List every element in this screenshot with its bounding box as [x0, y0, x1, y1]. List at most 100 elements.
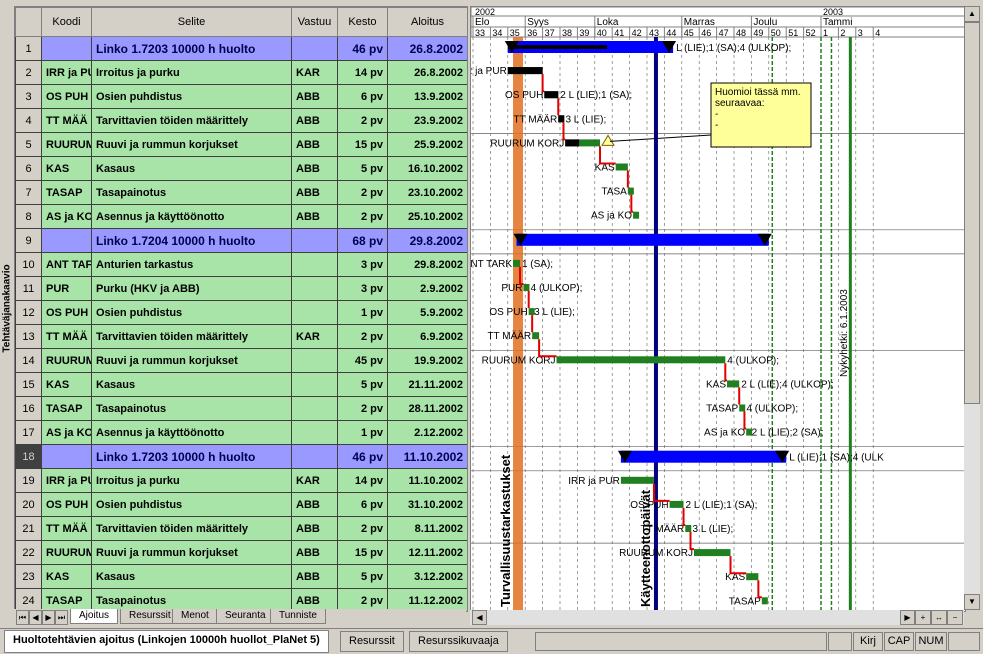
responsible-cell[interactable] — [291, 420, 338, 445]
description-cell[interactable]: Osien puhdistus — [91, 492, 292, 517]
responsible-cell[interactable]: ABB — [291, 108, 338, 133]
code-cell[interactable]: IRR ja PU — [41, 60, 92, 85]
description-cell[interactable]: Osien puhdistus — [91, 84, 292, 109]
start-date-cell[interactable]: 3.12.2002 — [387, 564, 467, 589]
start-date-cell[interactable]: 6.9.2002 — [387, 324, 467, 349]
column-header-0[interactable]: Koodi — [41, 7, 92, 37]
code-cell[interactable]: TT MÄÄ — [41, 324, 92, 349]
start-date-cell[interactable]: 19.9.2002 — [387, 348, 467, 373]
row-number[interactable]: 20 — [15, 492, 42, 517]
first-tab-icon[interactable]: ⏮ — [16, 610, 29, 625]
description-cell[interactable]: Tarvittavien töiden määrittely — [91, 324, 292, 349]
vertical-scrollbar[interactable]: ▲ ▼ — [964, 6, 980, 610]
row-number[interactable]: 7 — [15, 180, 42, 205]
code-cell[interactable] — [41, 228, 92, 253]
responsible-cell[interactable]: ABB — [291, 180, 338, 205]
row-number[interactable]: 16 — [15, 396, 42, 421]
duration-cell[interactable]: 1 pv — [337, 420, 388, 445]
description-cell[interactable]: Irroitus ja purku — [91, 60, 292, 85]
code-cell[interactable]: AS ja KO — [41, 204, 92, 229]
row-number[interactable]: 8 — [15, 204, 42, 229]
task-row[interactable]: 17 AS ja KO Asennus ja käyttöönotto 1 pv 2.1… — [15, 420, 467, 445]
responsible-cell[interactable]: ABB — [291, 132, 338, 157]
task-row[interactable]: 14 RUURUM Ruuvi ja rummun korjukset 45 pv 19… — [15, 348, 467, 373]
start-date-cell[interactable]: 28.11.2002 — [387, 396, 467, 421]
row-number[interactable]: 23 — [15, 564, 42, 589]
task-row[interactable]: 16 TASAP Tasapainotus 2 pv 28.11.2002 — [15, 396, 467, 421]
responsible-cell[interactable]: ABB — [291, 156, 338, 181]
row-number[interactable]: 3 — [15, 84, 42, 109]
start-date-cell[interactable]: 26.8.2002 — [387, 36, 467, 61]
duration-cell[interactable]: 2 pv — [337, 180, 388, 205]
column-header-2[interactable]: Vastuu — [291, 7, 338, 37]
code-cell[interactable]: KAS — [41, 564, 92, 589]
view-tab-ajoitus[interactable]: Ajoitus — [70, 609, 119, 624]
duration-cell[interactable]: 2 pv — [337, 204, 388, 229]
task-row[interactable]: 2 IRR ja PU Irroitus ja purku KAR 14 pv 26.8.… — [15, 60, 467, 85]
description-cell[interactable]: Kasaus — [91, 564, 292, 589]
corner-cell[interactable] — [15, 7, 42, 37]
duration-cell[interactable]: 14 pv — [337, 60, 388, 85]
responsible-cell[interactable] — [291, 348, 338, 373]
task-row[interactable]: 5 RUURUM Ruuvi ja rummun korjukset ABB 15 pv… — [15, 132, 467, 157]
responsible-cell[interactable] — [291, 444, 338, 469]
start-date-cell[interactable]: 13.9.2002 — [387, 84, 467, 109]
zoom-fit-icon[interactable]: ↔ — [931, 610, 947, 625]
row-number[interactable]: 2 — [15, 60, 42, 85]
start-date-cell[interactable]: 2.12.2002 — [387, 420, 467, 445]
column-header-3[interactable]: Kesto — [337, 7, 388, 37]
sheet-tab-schedule[interactable]: Huoltotehtävien ajoitus (Linkojen 10000h… — [4, 630, 329, 653]
task-row[interactable]: 13 TT MÄÄ Tarvittavien töiden määrittely KA… — [15, 324, 467, 349]
description-cell[interactable]: Linko 1.7203 10000 h huolto — [91, 444, 292, 469]
row-number[interactable]: 13 — [15, 324, 42, 349]
code-cell[interactable]: TT MÄÄ — [41, 108, 92, 133]
task-row[interactable]: 10 ANT TAF Anturien tarkastus 3 pv 29.8.2002 — [15, 252, 467, 277]
row-number[interactable]: 22 — [15, 540, 42, 565]
description-cell[interactable]: Irroitus ja purku — [91, 468, 292, 493]
code-cell[interactable]: AS ja KO — [41, 420, 92, 445]
responsible-cell[interactable]: KAR — [291, 468, 338, 493]
duration-cell[interactable]: 15 pv — [337, 132, 388, 157]
duration-cell[interactable]: 46 pv — [337, 444, 388, 469]
start-date-cell[interactable]: 23.9.2002 — [387, 108, 467, 133]
description-cell[interactable]: Linko 1.7204 10000 h huolto — [91, 228, 292, 253]
scroll-left-icon[interactable]: ◀ — [472, 610, 487, 625]
code-cell[interactable]: RUURUM — [41, 348, 92, 373]
start-date-cell[interactable]: 31.10.2002 — [387, 492, 467, 517]
description-cell[interactable]: Ruuvi ja rummun korjukset — [91, 348, 292, 373]
code-cell[interactable]: RUURUM — [41, 132, 92, 157]
duration-cell[interactable]: 2 pv — [337, 396, 388, 421]
description-cell[interactable]: Ruuvi ja rummun korjukset — [91, 132, 292, 157]
task-row[interactable]: 19 IRR ja PU Irroitus ja purku KAR 14 pv 11.1… — [15, 468, 467, 493]
code-cell[interactable]: TASAP — [41, 180, 92, 205]
description-cell[interactable]: Tasapainotus — [91, 180, 292, 205]
task-row[interactable]: 7 TASAP Tasapainotus ABB 2 pv 23.10.2002 — [15, 180, 467, 205]
duration-cell[interactable]: 2 pv — [337, 324, 388, 349]
task-row[interactable]: 21 TT MÄÄ Tarvittavien töiden määrittely AB… — [15, 516, 467, 541]
row-number[interactable]: 14 — [15, 348, 42, 373]
description-cell[interactable]: Anturien tarkastus — [91, 252, 292, 277]
description-cell[interactable]: Purku (HKV ja ABB) — [91, 276, 292, 301]
start-date-cell[interactable]: 12.11.2002 — [387, 540, 467, 565]
description-cell[interactable]: Kasaus — [91, 156, 292, 181]
start-date-cell[interactable]: 26.8.2002 — [387, 60, 467, 85]
row-number[interactable]: 10 — [15, 252, 42, 277]
summary-row[interactable]: 9 Linko 1.7204 10000 h huolto 68 pv 29.8.20… — [15, 228, 467, 253]
row-number[interactable]: 18 — [15, 444, 42, 469]
responsible-cell[interactable] — [291, 228, 338, 253]
code-cell[interactable]: TASAP — [41, 396, 92, 421]
zoom-out-icon[interactable]: − — [947, 610, 963, 625]
gantt-chart[interactable]: 2002 2003 Elo Syys Loka Marras Joulu Tammi 33 34 3… — [470, 6, 966, 612]
duration-cell[interactable]: 14 pv — [337, 468, 388, 493]
task-row[interactable]: 4 TT MÄÄ Tarvittavien töiden määrittely ABB… — [15, 108, 467, 133]
responsible-cell[interactable]: ABB — [291, 84, 338, 109]
start-date-cell[interactable]: 25.10.2002 — [387, 204, 467, 229]
prev-tab-icon[interactable]: ◀ — [29, 610, 42, 625]
description-cell[interactable]: Tarvittavien töiden määrittely — [91, 516, 292, 541]
responsible-cell[interactable]: KAR — [291, 60, 338, 85]
task-row[interactable]: 22 RUURUM Ruuvi ja rummun korjukset ABB 15 p… — [15, 540, 467, 565]
summary-row[interactable]: 1 Linko 1.7203 10000 h huolto 46 pv 26.8.20… — [15, 36, 467, 61]
sheet-tab-resources[interactable]: Resurssit — [340, 631, 404, 652]
task-row[interactable]: 20 OS PUH Osien puhdistus ABB 6 pv 31.10.2002 — [15, 492, 467, 517]
description-cell[interactable]: Ruuvi ja rummun korjukset — [91, 540, 292, 565]
